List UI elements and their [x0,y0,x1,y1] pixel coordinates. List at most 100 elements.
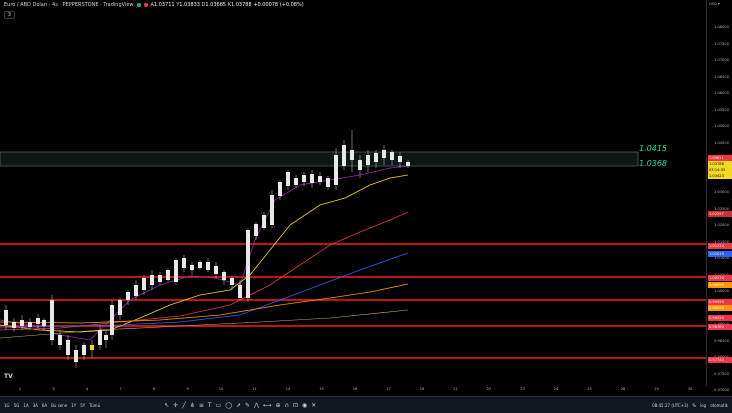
price-tag: 0.99220 [708,315,732,321]
candle-body [174,260,178,282]
candle-body [398,156,402,162]
range-button[interactable]: 5G [12,403,22,408]
log-toggle[interactable]: log [700,403,706,408]
time-tick-label: 17 [386,387,391,391]
ellipse-icon[interactable]: ◯ [223,402,234,409]
candle-body [270,195,274,225]
time-tick-label: 9 [186,387,189,391]
price-tick-label: 1.08000 [714,25,729,29]
candle-body [110,305,114,335]
price-tag: 0.98780 [708,324,732,330]
fib-icon[interactable]: ≡ [197,402,206,409]
price-tag: 1.01270 [708,243,732,249]
pitchfork-icon[interactable]: ⋔ [188,402,197,409]
candle-body [294,178,298,185]
candle-body [42,320,46,326]
price-tick-label: 1.06500 [714,74,729,79]
candle-body [126,292,130,300]
trash-icon[interactable]: ✕ [309,402,318,409]
chart-area[interactable]: Euro / ABD Doları · 4s · PEPPERSTONE · T… [0,0,706,386]
range-button[interactable]: 3A [31,403,40,408]
candle-body [278,182,282,196]
candle-body [182,258,186,268]
time-tick-label: 11 [252,387,257,391]
time-tick-label: 4 [85,387,89,391]
time-axis[interactable]: 2 3 4 7 8 9 10 11 14 15 16 17 18 21 22 23 24 25 28 29 30 [0,386,706,396]
range-button[interactable]: Bu sene [49,403,69,408]
price-tag: 1.02257 [708,211,732,217]
time-tick-label: 28 [620,387,626,391]
range-button[interactable]: 1G [2,403,12,408]
time-tick-label: 14 [285,387,291,391]
status-right: 08:45:27 (UTC+3) % log otomatik [652,397,728,413]
eye-icon[interactable]: ◉ [300,402,309,409]
candle-body [406,162,410,166]
zoom-icon[interactable]: ⊕ [274,402,283,409]
rectangle-icon[interactable]: ▭ [214,402,224,409]
crosshair-icon[interactable]: ✛ [171,402,180,409]
ma-red [0,211,409,331]
price-axis[interactable]: USD ▾ 1.08000 1.07500 1.07000 1.06500 1.0600… [706,0,732,392]
range-button[interactable]: 1A [21,403,30,408]
ma-light [0,309,409,339]
ma-yellow-fast [0,174,409,333]
measure-icon[interactable]: ⟷ [261,402,274,409]
text-icon[interactable]: T [206,402,214,409]
candle-body [350,150,354,160]
currency-selector[interactable]: USD ▾ [709,2,720,6]
cursor-icon[interactable]: ↖ [162,402,171,409]
tradingview-logo[interactable]: TV [4,373,13,380]
price-tick-label: 1.03000 [714,190,729,194]
candle-body [222,272,226,280]
auto-toggle[interactable]: otomatik [710,403,728,408]
percent-toggle[interactable]: % [692,403,696,408]
time-tick-label: 21 [453,387,458,391]
magnet-icon[interactable]: ∩ [283,402,291,409]
candle-body [166,270,170,280]
candle-body [74,350,78,362]
candle-body [310,174,314,183]
price-tick-label: 1.05500 [714,107,729,112]
price-tick-label: 1.04500 [714,140,729,145]
candle-body [302,175,306,182]
clock[interactable]: 08:45:27 (UTC+3) [652,403,688,408]
candle-body [118,300,122,315]
zone-upper-label: 1.0415 [639,144,667,153]
price-tick-label: 0.97000 [714,388,729,392]
ma-blue [0,252,409,329]
range-button[interactable]: Tümü [87,403,102,408]
brush-icon[interactable]: ✎ [243,402,252,409]
candle-body [12,322,16,328]
candle-body [98,330,102,345]
ma-orange [0,283,409,324]
price-tick-label: 1.07500 [714,41,729,46]
candle-body [374,153,378,162]
candle-body [390,152,394,160]
pattern-icon[interactable]: ⋀ [252,402,261,409]
candle-body [198,262,202,268]
time-tick-label: 24 [553,387,559,391]
time-tick-label: 22 [486,387,492,391]
price-tick-label: 1.05000 [714,124,729,128]
candle-body [334,155,338,185]
price-tick-label: 1.07000 [714,58,729,62]
candle-body [104,335,108,340]
range-button[interactable]: 5Y [78,403,87,408]
range-button[interactable]: 1Y [69,403,78,408]
time-tick-label: 16 [352,387,358,391]
price-chart[interactable] [0,0,706,386]
candle-body [20,320,24,326]
time-tick-label: 15 [319,387,324,391]
lock-icon[interactable]: ⊡ [291,402,300,409]
candle-body [142,278,146,290]
candle-body [58,335,62,345]
candle-body [326,178,330,187]
candle-body [262,215,266,228]
price-tick-label: 1.02000 [714,223,729,227]
candle-body [28,322,32,327]
range-button[interactable]: 6A [40,403,49,408]
trendline-icon[interactable]: ╱ [180,402,188,409]
arrow-icon[interactable]: ➚ [234,402,243,409]
time-tick-label: 18 [419,387,425,391]
candle-body [66,340,70,355]
